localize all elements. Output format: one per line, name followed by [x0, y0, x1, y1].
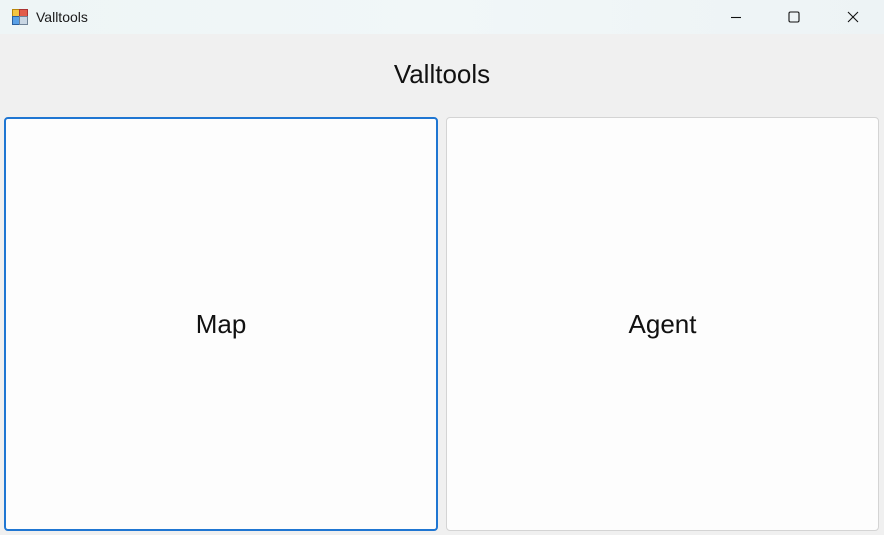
agent-button-label: Agent: [628, 308, 697, 339]
app-window: Valltools Valltools Map Agent: [0, 0, 884, 535]
window-title: Valltools: [36, 9, 88, 25]
maximize-button[interactable]: [765, 0, 823, 34]
map-button-label: Map: [195, 308, 247, 339]
title-bar[interactable]: Valltools: [0, 0, 884, 34]
minimize-icon: [730, 11, 742, 23]
close-icon: [847, 11, 859, 23]
minimize-button[interactable]: [707, 0, 765, 34]
app-window-icon: [12, 9, 28, 25]
map-button[interactable]: Map: [4, 117, 438, 531]
close-button[interactable]: [824, 0, 882, 34]
agent-button[interactable]: Agent: [446, 117, 879, 531]
maximize-icon: [788, 11, 800, 23]
form-heading: Valltools: [393, 59, 491, 89]
